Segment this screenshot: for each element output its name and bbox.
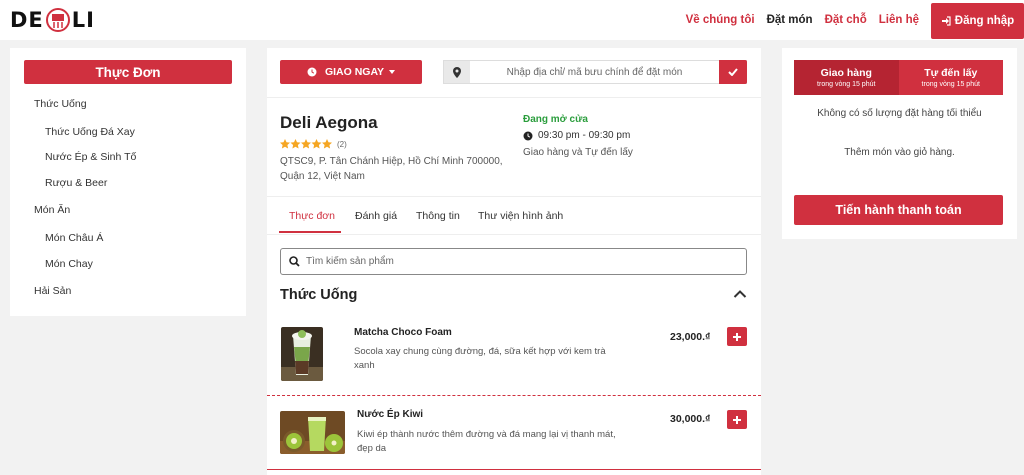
nav-reservation[interactable]: Đặt chỗ — [825, 14, 867, 26]
opening-hours: 09:30 pm - 09:30 pm — [523, 130, 630, 141]
caret-down-icon — [389, 70, 396, 74]
logo-text-left: DE — [10, 8, 44, 32]
kiwi-juice-image — [280, 411, 345, 454]
login-label: Đăng nhập — [954, 15, 1015, 27]
confirm-address-button[interactable] — [719, 60, 747, 84]
delivery-time-dropdown[interactable]: GIAO NGAY — [280, 60, 422, 84]
login-button[interactable]: Đăng nhập — [931, 3, 1024, 39]
product-name[interactable]: Matcha Choco Foam — [354, 327, 452, 338]
hours-text: 09:30 pm - 09:30 pm — [538, 130, 631, 141]
mode-delivery-button[interactable]: Giao hàng trong vòng 15 phút — [794, 60, 899, 95]
mode-pickup-button[interactable]: Tự đến lấy trong vòng 15 phút — [898, 60, 1003, 95]
divider — [267, 234, 761, 235]
review-count: (2) — [337, 139, 347, 149]
minimum-order-note: Không có số lượng đặt hàng tối thiểu — [817, 108, 982, 119]
tab-info[interactable]: Thông tin — [416, 210, 460, 222]
product-price: 23,000.₫ — [670, 331, 711, 343]
clock-icon — [523, 131, 533, 140]
search-icon — [289, 256, 300, 267]
product-name[interactable]: Nước Ép Kiwi — [357, 409, 423, 420]
plus-icon — [733, 332, 741, 341]
product-price: 30,000.₫ — [670, 413, 711, 425]
rating-stars[interactable]: (2) — [280, 139, 347, 149]
nav-contact[interactable]: Liên hệ — [879, 14, 919, 26]
add-to-cart-button[interactable] — [727, 327, 747, 346]
plus-icon — [733, 415, 741, 424]
sidebar-item-mon-chay[interactable]: Món Chay — [45, 258, 93, 270]
address-input[interactable]: Nhập địa chỉ/ mã bưu chính để đặt món — [470, 61, 719, 83]
top-header: DE LI Về chúng tôi Đặt món Đặt chỗ Liên … — [0, 0, 1024, 40]
mode-sublabel: trong vòng 15 phút — [817, 81, 876, 88]
product-description: Kiwi ép thành nước thêm đường và đá mang… — [357, 429, 616, 454]
map-pin-icon — [444, 61, 470, 83]
item-divider — [267, 395, 761, 396]
restaurant-panel: GIAO NGAY Nhập địa chỉ/ mã bưu chính để … — [267, 48, 761, 475]
restaurant-address: QTSC9, P. Tân Chánh Hiệp, Hồ Chí Minh 70… — [280, 156, 503, 182]
product-description: Socola xay chung cùng đường, đá, sữa kết… — [354, 346, 606, 371]
address-input-group: Nhập địa chỉ/ mã bưu chính để đặt món — [443, 60, 747, 84]
tab-menu[interactable]: Thực đơn — [289, 210, 335, 222]
check-icon — [728, 68, 738, 76]
add-to-cart-button[interactable] — [727, 410, 747, 429]
nav-order[interactable]: Đặt món — [767, 14, 813, 26]
sign-in-icon — [941, 16, 951, 26]
sidebar-item-chau-a[interactable]: Món Châu Á — [45, 232, 103, 244]
sidebar-item-da-xay[interactable]: Thức Uống Đá Xay — [45, 126, 135, 138]
sidebar-item-thuc-uong[interactable]: Thức Uống — [34, 98, 87, 110]
menu-title: Thực Đơn — [24, 60, 232, 84]
chevron-up-icon[interactable] — [733, 289, 747, 299]
empty-cart-note: Thêm món vào giỏ hàng. — [844, 147, 955, 158]
active-tab-indicator — [279, 231, 341, 233]
service-modes: Giao hàng và Tự đến lấy — [523, 147, 633, 158]
tab-reviews[interactable]: Đánh giá — [355, 210, 397, 222]
section-title: Thức Uống — [280, 287, 358, 303]
restaurant-tabs: Thực đơn Đánh giá Thông tin Thư viện hìn… — [267, 198, 761, 234]
sidebar-item-mon-an[interactable]: Món Ăn — [34, 204, 70, 216]
divider — [267, 97, 761, 98]
sidebar-item-nuoc-ep[interactable]: Nước Ép & Sinh Tố — [45, 151, 136, 163]
search-placeholder: Tìm kiếm sản phẩm — [306, 256, 394, 267]
menu-sidebar: Thực Đơn Thức Uống Thức Uống Đá Xay Nước… — [10, 48, 246, 316]
cart-panel: Giao hàng trong vòng 15 phút Tự đến lấy … — [782, 48, 1017, 239]
restaurant-name: Deli Aegona — [280, 113, 378, 132]
matcha-drink-image — [281, 327, 323, 381]
divider — [267, 196, 761, 197]
mode-label: Tự đến lấy — [924, 67, 978, 79]
sidebar-item-hai-san[interactable]: Hải Sản — [34, 285, 71, 297]
sidebar-item-ruou-beer[interactable]: Rượu & Beer — [45, 177, 107, 189]
main-nav: Về chúng tôi Đặt món Đặt chỗ Liên hệ Đăn… — [674, 0, 1024, 40]
product-search-input[interactable]: Tìm kiếm sản phẩm — [280, 248, 747, 275]
logo-text-right: LI — [71, 8, 95, 32]
mode-sublabel: trong vòng 15 phút — [921, 81, 980, 88]
clock-icon — [307, 67, 317, 77]
item-divider — [267, 469, 761, 470]
deli-logo[interactable]: DE LI — [10, 8, 95, 32]
mode-label: Giao hàng — [820, 67, 872, 79]
open-status: Đang mở cửa — [523, 114, 588, 125]
fulfillment-toggle: Giao hàng trong vòng 15 phút Tự đến lấy … — [794, 60, 1003, 95]
logo-emblem-icon — [45, 8, 70, 32]
tab-gallery[interactable]: Thư viện hình ảnh — [478, 210, 563, 222]
checkout-button[interactable]: Tiến hành thanh toán — [794, 195, 1003, 225]
star-icons — [280, 139, 332, 149]
delivery-label: GIAO NGAY — [324, 66, 385, 78]
nav-about[interactable]: Về chúng tôi — [686, 14, 755, 26]
